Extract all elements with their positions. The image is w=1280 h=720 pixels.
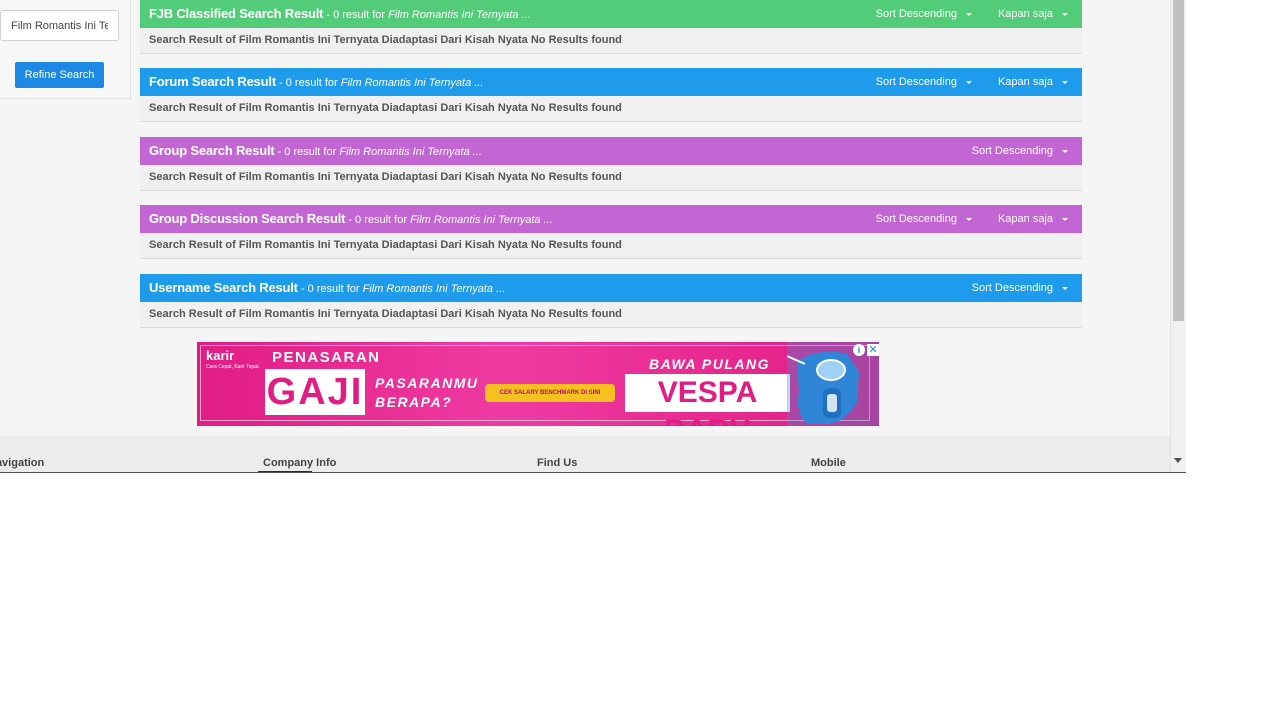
fjb-sort-label: Sort Descending [875,8,957,20]
ad-promo-text: BAWA PULANG [649,356,770,372]
forum-time-label: Kapan saja [997,76,1053,88]
group-result-section: Group Search Result - 0 result for Film … [140,137,1082,191]
group-discussion-time-label: Kapan saja [997,213,1053,225]
caret-down-icon [965,217,972,221]
forum-result-count: - 0 result for [275,77,341,89]
footer-mobile-heading: Mobile [811,457,846,469]
username-sort-dropdown[interactable]: Sort Descending [960,274,1082,302]
forum-result-query: Film Romantis Ini Ternyata ... [340,77,484,89]
fjb-result-query: Film Romantis Ini Ternyata ... [388,9,531,21]
caret-down-icon [1062,286,1068,290]
group-result-message: Search Result of Film Romantis Ini Terny… [140,165,1082,191]
ad-vespa-text: VESPA BARU [625,374,790,426]
page-viewport: Refine Search FJB Classified Search Resu… [0,0,1170,473]
username-result-header: Username Search Result - 0 result for Fi… [140,274,1082,302]
username-result-message: Search Result of Film Romantis Ini Terny… [140,302,1082,328]
group-discussion-sort-dropdown[interactable]: Sort Descending [864,205,986,233]
group-discussion-sort-label: Sort Descending [875,213,957,225]
fjb-time-dropdown[interactable]: Kapan saja [986,0,1082,28]
caret-down-icon [1062,149,1068,153]
group-discussion-result-title: Group Discussion Search Result [149,211,346,226]
fjb-sort-dropdown[interactable]: Sort Descending [864,0,986,28]
ad-banner[interactable]: karir Cara Cepat, Karir Tepat. PENASARAN… [197,342,879,426]
group-result-count: - 0 result for [274,146,340,158]
group-sort-label: Sort Descending [971,145,1053,157]
forum-result-header: Forum Search Result - 0 result for Film … [140,68,1082,96]
fjb-result-count: - 0 result for [323,9,389,21]
group-discussion-result-count: - 0 result for [345,214,411,226]
fjb-result-title: FJB Classified Search Result [149,6,324,21]
karir-logo: karir [206,348,235,363]
ad-headline: PENASARAN [272,349,381,366]
group-result-header: Group Search Result - 0 result for Film … [140,137,1082,165]
fjb-result-header: FJB Classified Search Result - 0 result … [140,0,1082,28]
refine-search-input[interactable] [0,10,119,41]
forum-time-dropdown[interactable]: Kapan saja [986,68,1082,96]
refine-panel: Refine Search [0,0,131,99]
username-sort-label: Sort Descending [971,282,1053,294]
footer-company-info-heading: Company Info [263,457,337,469]
refine-search-button[interactable]: Refine Search [15,62,104,88]
caret-down-icon [965,80,972,84]
group-discussion-result-header: Group Discussion Search Result - 0 resul… [140,205,1082,233]
fjb-result-section: FJB Classified Search Result - 0 result … [140,0,1082,54]
group-sort-dropdown[interactable]: Sort Descending [960,137,1082,165]
caret-down-icon [1062,12,1068,16]
group-discussion-result-section: Group Discussion Search Result - 0 resul… [140,205,1082,259]
vertical-scrollbar[interactable] [1170,0,1186,473]
username-result-count: - 0 result for [297,283,363,295]
forum-sort-dropdown[interactable]: Sort Descending [864,68,986,96]
username-result-section: Username Search Result - 0 result for Fi… [140,274,1082,328]
group-discussion-result-query: Film Romantis Ini Ternyata ... [410,214,553,226]
group-discussion-time-dropdown[interactable]: Kapan saja [986,205,1082,233]
fjb-result-message: Search Result of Film Romantis Ini Terny… [140,28,1082,54]
caret-down-icon [1062,80,1068,84]
footer-navigation-heading: Navigation [0,457,45,469]
caret-down-icon [965,12,972,16]
group-discussion-result-message: Search Result of Film Romantis Ini Terny… [140,233,1082,259]
karir-tagline: Cara Cepat, Karir Tepat. [206,364,260,370]
group-result-query: Film Romantis Ini Ternyata ... [339,146,482,158]
forum-result-title: Forum Search Result [149,74,276,89]
caret-down-icon [1062,217,1068,221]
username-result-query: Film Romantis Ini Ternyata ... [362,283,506,295]
ad-question-text: PASARANMU BERAPA? [375,375,479,410]
fjb-time-label: Kapan saja [997,8,1053,20]
viewport-bottom-border [0,472,1186,473]
group-result-title: Group Search Result [149,143,275,158]
ad-close-icon[interactable]: ✕ [867,344,879,356]
forum-result-message: Search Result of Film Romantis Ini Terny… [140,96,1082,122]
footer-find-us-heading: Find Us [537,457,578,469]
forum-result-section: Forum Search Result - 0 result for Film … [140,68,1082,122]
username-result-title: Username Search Result [149,280,298,295]
vespa-scooter-icon [787,342,879,426]
scroll-down-arrow-icon[interactable] [1174,458,1182,463]
footer: Navigation Company Info Find Us Mobile [0,436,1170,473]
scrollbar-thumb[interactable] [1173,0,1184,321]
forum-sort-label: Sort Descending [875,76,957,88]
ad-cta-button[interactable]: CEK SALARY BENCHMARK DI SINI [485,384,615,402]
ad-gaji-text: GAJI [265,369,365,415]
ad-info-icon[interactable]: i [853,344,865,356]
